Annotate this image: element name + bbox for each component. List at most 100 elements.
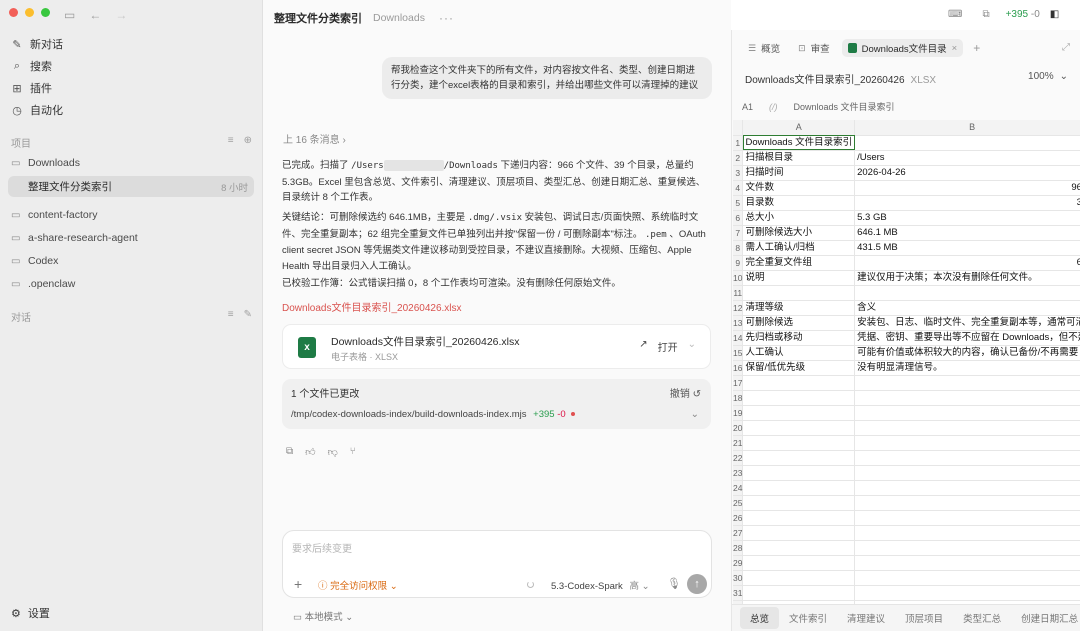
thumbs-down-icon[interactable]: 👎︎ bbox=[328, 446, 338, 458]
row-header[interactable]: 5 bbox=[733, 195, 744, 211]
spreadsheet-grid[interactable]: ABCDE1Downloads 文件目录索引2扫描根目录/Users/Downl… bbox=[733, 120, 1080, 604]
sheet-cell[interactable] bbox=[854, 420, 1080, 436]
row-header[interactable]: 3 bbox=[733, 165, 744, 181]
sheet-cell[interactable]: 安装包、日志、临时文件、完全重复副本等，通常可清 bbox=[854, 315, 1080, 331]
sheet-cell[interactable] bbox=[854, 555, 1080, 571]
sheet-cell[interactable]: 扫描时间 bbox=[742, 165, 856, 181]
chevron-down-icon[interactable]: ⌄ bbox=[688, 339, 696, 354]
sheet-cell[interactable] bbox=[854, 375, 1080, 391]
sheet-cell[interactable]: 先归档或移动 bbox=[742, 330, 856, 346]
row-header[interactable]: 28 bbox=[733, 540, 744, 556]
branch-icon[interactable]: ⑂ bbox=[350, 446, 356, 458]
send-button[interactable]: ↑ bbox=[687, 574, 707, 594]
sidebar-item-plugins[interactable]: ⊞ 插件 bbox=[11, 78, 52, 98]
sheet-cell[interactable]: Downloads 文件目录索引 bbox=[742, 135, 856, 151]
sheet-cell[interactable] bbox=[742, 465, 856, 481]
sheet-cell[interactable] bbox=[854, 285, 1080, 301]
tab-spreadsheet[interactable]: Downloads文件目录 × bbox=[841, 39, 964, 57]
model-selector[interactable]: 5.3-Codex-Spark 高 ⌄ bbox=[551, 578, 650, 592]
sheet-cell[interactable] bbox=[854, 585, 1080, 601]
sidebar-item-automation[interactable]: ◷ 自动化 bbox=[11, 100, 63, 120]
sidebar-project-a-share-research-agent[interactable]: ▭ a-share-research-agent bbox=[11, 232, 138, 244]
expand-icon[interactable]: ⤢ bbox=[1062, 42, 1070, 53]
sheet-cell[interactable] bbox=[854, 450, 1080, 466]
sheet-tab[interactable]: 类型汇总 bbox=[953, 607, 1011, 629]
row-header[interactable]: 6 bbox=[733, 210, 744, 226]
row-header[interactable]: 19 bbox=[733, 405, 744, 421]
local-mode-selector[interactable]: ▭ 本地模式 ⌄ bbox=[293, 609, 353, 623]
sheet-cell[interactable] bbox=[742, 525, 856, 541]
tab-overview[interactable]: ☰ 概览 bbox=[742, 39, 786, 57]
sheet-cell[interactable]: 保留/低优先级 bbox=[742, 360, 856, 376]
sheet-cell[interactable]: 目录数 bbox=[742, 195, 856, 211]
file-link[interactable]: Downloads文件目录索引_20260426.xlsx bbox=[282, 299, 462, 314]
sheet-cell[interactable]: 没有明显清理信号。 bbox=[854, 360, 1080, 376]
row-header[interactable]: 12 bbox=[733, 300, 744, 316]
sheet-cell[interactable]: 凭据、密钥、重要导出等不应留在 Downloads，但不建 bbox=[854, 330, 1080, 346]
sheet-cell[interactable] bbox=[854, 435, 1080, 451]
new-project-icon[interactable]: ⊕ bbox=[244, 135, 252, 146]
sheet-tab[interactable]: 创建日期汇总 bbox=[1011, 607, 1080, 629]
row-header[interactable]: 20 bbox=[733, 420, 744, 436]
diff-stat[interactable]: +395 -0 bbox=[1006, 9, 1040, 20]
sheet-cell[interactable]: 文件数 bbox=[742, 180, 856, 196]
sheet-cell[interactable]: 需人工确认/归档 bbox=[742, 240, 856, 256]
sheet-cell[interactable] bbox=[742, 585, 856, 601]
row-header[interactable]: 21 bbox=[733, 435, 744, 451]
sheet-cell[interactable]: 可能有价值或体积较大的内容，确认已备份/不再需要 bbox=[854, 345, 1080, 361]
sheet-cell[interactable]: 62 bbox=[854, 255, 1080, 271]
copy-icon[interactable]: ⧉ bbox=[286, 446, 293, 458]
row-header[interactable]: 30 bbox=[733, 570, 744, 586]
sidebar-project-openclaw[interactable]: ▭ .openclaw bbox=[11, 278, 75, 290]
close-icon[interactable]: × bbox=[952, 43, 958, 54]
row-header[interactable]: 24 bbox=[733, 480, 744, 496]
sheet-cell[interactable]: 可删除候选 bbox=[742, 315, 856, 331]
sheet-tab[interactable]: 顶层项目 bbox=[895, 607, 953, 629]
sheet-tab[interactable]: 总览 bbox=[740, 607, 780, 629]
sheet-cell[interactable] bbox=[854, 465, 1080, 481]
tab-review[interactable]: ⊡ 审查 bbox=[792, 39, 836, 57]
forward-arrow-icon[interactable]: → bbox=[115, 8, 127, 22]
settings-button[interactable]: ⚙ 设置 bbox=[11, 605, 50, 621]
zoom-selector[interactable]: 100% ⌄ bbox=[1028, 71, 1068, 82]
sheet-cell[interactable]: 人工确认 bbox=[742, 345, 856, 361]
column-header[interactable]: A bbox=[742, 120, 856, 136]
filter-icon[interactable]: ≡ bbox=[228, 309, 234, 320]
sidebar-project-downloads[interactable]: ▭ Downloads bbox=[11, 157, 80, 169]
sheet-cell[interactable] bbox=[742, 435, 856, 451]
sheet-tab[interactable]: 文件索引 bbox=[779, 607, 837, 629]
previous-messages-link[interactable]: 上 16 条消息 › bbox=[283, 131, 346, 146]
sheet-cell[interactable] bbox=[854, 390, 1080, 406]
more-icon[interactable]: ··· bbox=[439, 11, 454, 25]
file-card[interactable]: x Downloads文件目录索引_20260426.xlsx 电子表格 · X… bbox=[282, 324, 711, 369]
row-header[interactable]: 1 bbox=[733, 135, 744, 151]
row-header[interactable]: 27 bbox=[733, 525, 744, 541]
sheet-cell[interactable]: 含义 bbox=[854, 300, 1080, 316]
row-header[interactable]: 22 bbox=[733, 450, 744, 466]
sidebar-project-content-factory[interactable]: ▭ content-factory bbox=[11, 209, 97, 221]
sheet-cell[interactable]: 扫描根目录 bbox=[742, 150, 856, 166]
sheet-cell[interactable] bbox=[742, 495, 856, 511]
sheet-cell[interactable] bbox=[742, 510, 856, 526]
new-chat-icon[interactable]: ✎ bbox=[244, 309, 252, 320]
sidebar-toggle-icon[interactable]: ▭ bbox=[64, 8, 75, 22]
row-header[interactable]: 29 bbox=[733, 555, 744, 571]
sheet-cell[interactable] bbox=[742, 450, 856, 466]
chevron-down-icon[interactable]: ⌄ bbox=[691, 409, 699, 420]
sheet-cell[interactable]: 完全重复文件组 bbox=[742, 255, 856, 271]
sheet-cell[interactable]: 可删除候选大小 bbox=[742, 225, 856, 241]
row-header[interactable]: 18 bbox=[733, 390, 744, 406]
terminal-icon[interactable]: ⌨ bbox=[948, 9, 962, 20]
undo-button[interactable]: 撤销 ↺ bbox=[670, 385, 701, 400]
add-tab-icon[interactable]: + bbox=[973, 41, 980, 55]
sheet-cell[interactable] bbox=[742, 420, 856, 436]
open-file-button[interactable]: ↗ 打开 ⌄ bbox=[639, 339, 696, 354]
sheet-cell[interactable]: 39 bbox=[854, 195, 1080, 211]
thumbs-up-icon[interactable]: 👍︎ bbox=[305, 446, 315, 458]
sheet-cell[interactable] bbox=[742, 480, 856, 496]
composer-input[interactable]: 要求后续变更 bbox=[292, 540, 352, 555]
sheet-cell[interactable] bbox=[742, 390, 856, 406]
sheet-cell[interactable]: 646.1 MB bbox=[854, 225, 1080, 241]
row-header[interactable]: 26 bbox=[733, 510, 744, 526]
row-header[interactable]: 10 bbox=[733, 270, 744, 286]
